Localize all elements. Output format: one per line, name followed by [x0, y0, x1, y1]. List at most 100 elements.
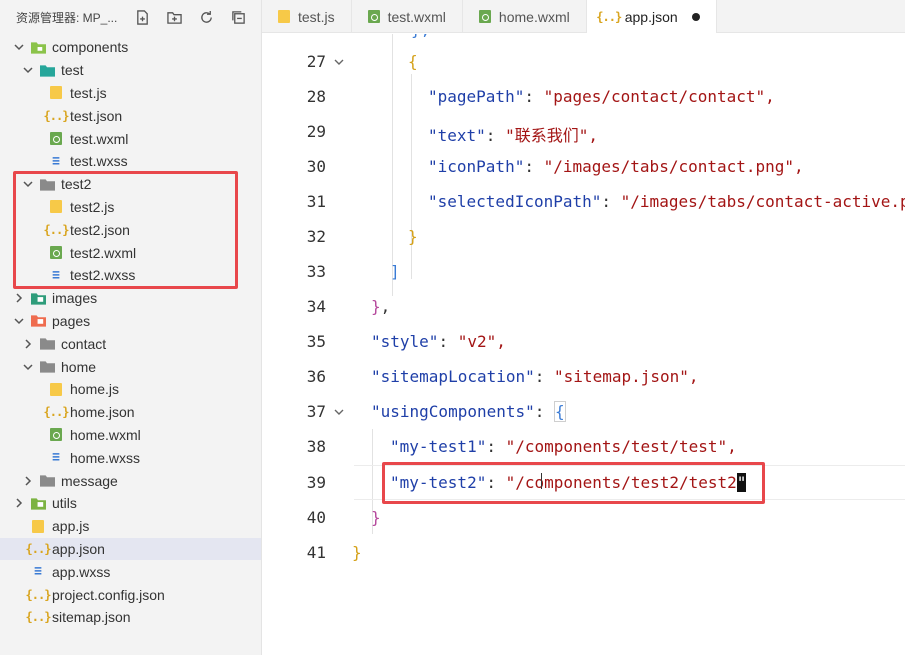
chevron-down-icon: [12, 40, 26, 54]
json-key: "selectedIconPath": [428, 192, 602, 211]
code-text: "sitemapLocation": "sitemap.json",: [371, 367, 699, 386]
tree-file-test-js[interactable]: test.js: [0, 82, 261, 105]
tree-file-app-json[interactable]: {..} app.json: [0, 537, 261, 561]
json-file-icon: {..}: [43, 405, 70, 420]
new-folder-icon[interactable]: [165, 8, 183, 26]
tree-file-home-json[interactable]: {..} home.json: [0, 401, 261, 424]
line-number: 33: [306, 262, 326, 281]
tree-folder-images[interactable]: images: [0, 287, 261, 310]
refresh-icon[interactable]: [197, 8, 215, 26]
tree-item-label: sitemap.json: [52, 609, 131, 626]
json-key: "text": [428, 126, 486, 145]
wxml-file-icon: [50, 246, 62, 260]
tree-item-label: project.config.json: [52, 586, 165, 603]
tree-file-test2-wxml[interactable]: test2.wxml: [0, 241, 261, 264]
tree-item-label: test2.wxml: [70, 244, 137, 261]
tree-file-home-wxss[interactable]: ≡ home.wxss: [0, 446, 261, 469]
chevron-down-icon: [21, 63, 35, 77]
tree-folder-message[interactable]: message: [0, 469, 261, 492]
explorer-sidebar: 资源管理器: MP_... components test test.js {.…: [0, 0, 262, 655]
tree-folder-contact[interactable]: contact: [0, 332, 261, 355]
code-line-40: 40: [262, 500, 905, 535]
json-key: "iconPath": [428, 157, 525, 176]
json-key: "my-test2": [390, 473, 487, 492]
tree-file-home-js[interactable]: home.js: [0, 378, 261, 401]
tree-file-test-wxml[interactable]: test.wxml: [0, 127, 261, 150]
code-line-34: 34: [262, 289, 905, 324]
new-file-icon[interactable]: [133, 8, 151, 26]
tree-item-label: app.json: [52, 540, 105, 557]
line-number: 37: [306, 402, 326, 421]
line-number: 40: [306, 508, 326, 527]
code-text: {: [408, 52, 418, 71]
code-text: "selectedIconPath": "/images/tabs/contac…: [428, 192, 905, 211]
collapse-all-icon[interactable]: [229, 8, 247, 26]
tree-file-app-js[interactable]: app.js: [0, 515, 261, 538]
tree-item-label: test.js: [70, 84, 107, 101]
explorer-header: 资源管理器: MP_...: [0, 0, 261, 34]
line-number: 27: [306, 52, 326, 71]
tree-folder-pages[interactable]: pages: [0, 310, 261, 333]
tree-folder-components[interactable]: components: [0, 36, 261, 59]
folder-icon: [39, 473, 55, 489]
wxml-file-icon: [50, 132, 62, 146]
js-file-icon: [32, 519, 44, 533]
mouse-ibeam-icon: [541, 473, 543, 489]
folder-icon: [30, 313, 46, 329]
editor-tabs: test.js test.wxml home.wxml {..} app.jso…: [262, 0, 905, 33]
chevron-down-icon: [21, 177, 35, 191]
fold-chevron-icon[interactable]: [332, 57, 346, 67]
code-text: "my-test1": "/components/test/test",: [390, 437, 737, 456]
tree-file-project-config-json[interactable]: {..} project.config.json: [0, 583, 261, 606]
wxml-file-icon: [367, 10, 380, 23]
tab-label: app.json: [624, 8, 678, 25]
code-text: },: [371, 297, 391, 316]
tab-home-wxml[interactable]: home.wxml: [463, 0, 587, 33]
json-file-icon: {..}: [25, 610, 52, 625]
tree-file-test2-wxss[interactable]: ≡ test2.wxss: [0, 264, 261, 287]
unsaved-dot-icon[interactable]: [691, 12, 700, 21]
json-value: "/components/test/test",: [505, 437, 737, 456]
code-editor[interactable]: }, 27 { 28 "pagePath": "pages/contact/co…: [262, 34, 905, 655]
tab-app-json[interactable]: {..} app.json: [586, 0, 717, 33]
tab-test-js[interactable]: test.js: [262, 0, 352, 33]
code-line-37: 37: [262, 394, 905, 429]
json-file-icon: {..}: [25, 587, 52, 602]
code-text: "iconPath": "/images/tabs/contact.png",: [428, 157, 804, 176]
json-file-icon: {..}: [25, 541, 52, 556]
js-file-icon: [50, 200, 62, 214]
line-number: 32: [306, 227, 326, 246]
wxss-file-icon: ≡: [52, 153, 60, 169]
tab-test-wxml[interactable]: test.wxml: [352, 0, 463, 33]
tree-file-app-wxss[interactable]: ≡ app.wxss: [0, 560, 261, 583]
line-number: 41: [306, 543, 326, 562]
tree-file-test-json[interactable]: {..} test.json: [0, 104, 261, 127]
js-file-icon: [50, 86, 62, 100]
tree-file-home-wxml[interactable]: home.wxml: [0, 424, 261, 447]
tree-item-label: home.wxml: [70, 426, 141, 443]
chevron-right-icon: [12, 496, 26, 510]
fold-chevron-icon[interactable]: [332, 407, 346, 417]
tree-item-label: app.wxss: [52, 563, 111, 580]
code-text: "style": "v2",: [371, 332, 506, 351]
json-key: "sitemapLocation": [371, 367, 535, 386]
tree-file-test-wxss[interactable]: ≡ test.wxss: [0, 150, 261, 173]
tree-file-sitemap-json[interactable]: {..} sitemap.json: [0, 606, 261, 629]
folder-icon: [39, 176, 55, 192]
file-tree: components test test.js {..} test.json t…: [0, 36, 261, 629]
tree-folder-test[interactable]: test: [0, 59, 261, 82]
json-value: "/images/tabs/contact.png",: [543, 157, 804, 176]
json-file-icon: {..}: [43, 222, 70, 237]
tree-folder-test2[interactable]: test2: [0, 173, 261, 196]
tree-item-label: test2.wxss: [70, 267, 136, 284]
json-key: "style": [371, 332, 439, 351]
tree-item-label: contact: [61, 335, 107, 352]
wxss-file-icon: ≡: [52, 267, 60, 283]
tree-file-test2-js[interactable]: test2.js: [0, 196, 261, 219]
tree-folder-home[interactable]: home: [0, 355, 261, 378]
tree-file-test2-json[interactable]: {..} test2.json: [0, 218, 261, 241]
tab-label: test.js: [298, 8, 335, 25]
chevron-down-icon: [21, 360, 35, 374]
line-number: 34: [306, 297, 326, 316]
tree-folder-utils[interactable]: utils: [0, 492, 261, 515]
